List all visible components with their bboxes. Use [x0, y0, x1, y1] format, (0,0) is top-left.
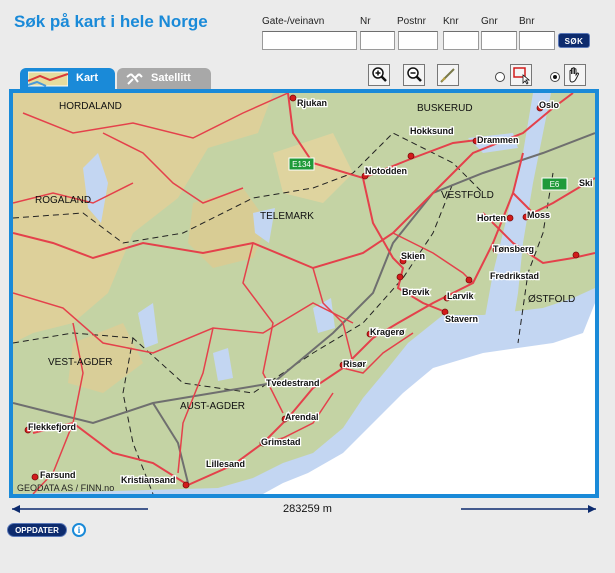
- knr-input[interactable]: [443, 31, 479, 50]
- tab-satellite[interactable]: Satellitt: [117, 68, 211, 90]
- zoom-out-icon: [407, 67, 422, 82]
- bnr-input[interactable]: [519, 31, 555, 50]
- region-label: TELEMARK: [260, 211, 314, 222]
- city-label: Tønsberg: [493, 244, 534, 254]
- scale-label: 283259 m: [283, 503, 332, 515]
- map-icon: [28, 71, 68, 87]
- region-label: ØSTFOLD: [528, 294, 575, 305]
- search-button[interactable]: SØK: [558, 33, 590, 48]
- city-label: Kristiansand: [121, 475, 176, 485]
- city-label: Notodden: [365, 166, 407, 176]
- region-label: BUSKERUD: [417, 103, 473, 114]
- region-label: AUST-AGDER: [180, 401, 245, 412]
- street-label: Gate-/veinavn: [262, 16, 325, 27]
- zoom-out-button[interactable]: [403, 64, 425, 86]
- postcode-label: Postnr: [397, 16, 426, 27]
- map-attribution: GEODATA AS / FINN.no: [17, 483, 114, 493]
- city-label: Skien: [401, 251, 425, 261]
- gnr-label: Gnr: [481, 16, 498, 27]
- page-title: Søk på kart i hele Norge: [14, 12, 208, 31]
- select-rectangle-button[interactable]: [510, 64, 532, 86]
- knr-label: Knr: [443, 16, 459, 27]
- zoom-in-icon: [372, 67, 387, 82]
- tab-map[interactable]: Kart: [20, 68, 115, 90]
- city-label: Stavern: [445, 314, 478, 324]
- measure-icon: [440, 68, 455, 83]
- city-label: Lillesand: [206, 459, 245, 469]
- satellite-icon: [126, 73, 143, 85]
- city-label: Fredrikstad: [490, 271, 539, 281]
- svg-text:E134: E134: [292, 160, 311, 169]
- city-label: Moss: [527, 210, 550, 220]
- tab-map-label: Kart: [76, 72, 99, 84]
- select-mode-radio[interactable]: [495, 72, 505, 82]
- region-label: VEST-AGDER: [48, 357, 112, 368]
- city-label: Farsund: [40, 470, 76, 480]
- city-label: Hokksund: [410, 126, 454, 136]
- city-label: Arendal: [285, 412, 319, 422]
- city-label: Tvedestrand: [266, 378, 320, 388]
- city-label: Grimstad: [261, 437, 301, 447]
- city-label: Risør: [343, 359, 367, 369]
- svg-text:E6: E6: [550, 180, 560, 189]
- city-label: Larvik: [447, 291, 475, 301]
- number-label: Nr: [360, 16, 371, 27]
- city-label: Drammen: [477, 135, 519, 145]
- update-button[interactable]: OPPDATER: [7, 523, 67, 537]
- city-label: Brevik: [402, 287, 431, 297]
- gnr-input[interactable]: [481, 31, 517, 50]
- number-input[interactable]: [360, 31, 395, 50]
- map-viewport[interactable]: E134 E6 HORDALAND BUSKERUD ROGALAND TELE…: [9, 89, 599, 498]
- city-label: Rjukan: [297, 98, 327, 108]
- measure-button[interactable]: [437, 64, 459, 86]
- region-label: ROGALAND: [35, 195, 91, 206]
- tab-satellite-label: Satellitt: [151, 72, 191, 84]
- region-label: VESTFOLD: [441, 190, 494, 201]
- pan-mode-radio[interactable]: [550, 72, 560, 82]
- region-label: HORDALAND: [59, 101, 122, 112]
- zoom-in-button[interactable]: [368, 64, 390, 86]
- city-label: Flekkefjord: [28, 422, 76, 432]
- select-rectangle-icon: [513, 67, 531, 85]
- pan-button[interactable]: [564, 64, 586, 86]
- street-input[interactable]: [262, 31, 357, 50]
- info-icon[interactable]: i: [72, 523, 86, 537]
- city-label: Kragerø: [370, 327, 405, 337]
- city-label: Oslo: [539, 100, 560, 110]
- postcode-input[interactable]: [398, 31, 438, 50]
- pan-hand-icon: [569, 67, 579, 83]
- bnr-label: Bnr: [519, 16, 535, 27]
- city-label: Horten: [477, 213, 506, 223]
- city-label: Ski: [579, 178, 593, 188]
